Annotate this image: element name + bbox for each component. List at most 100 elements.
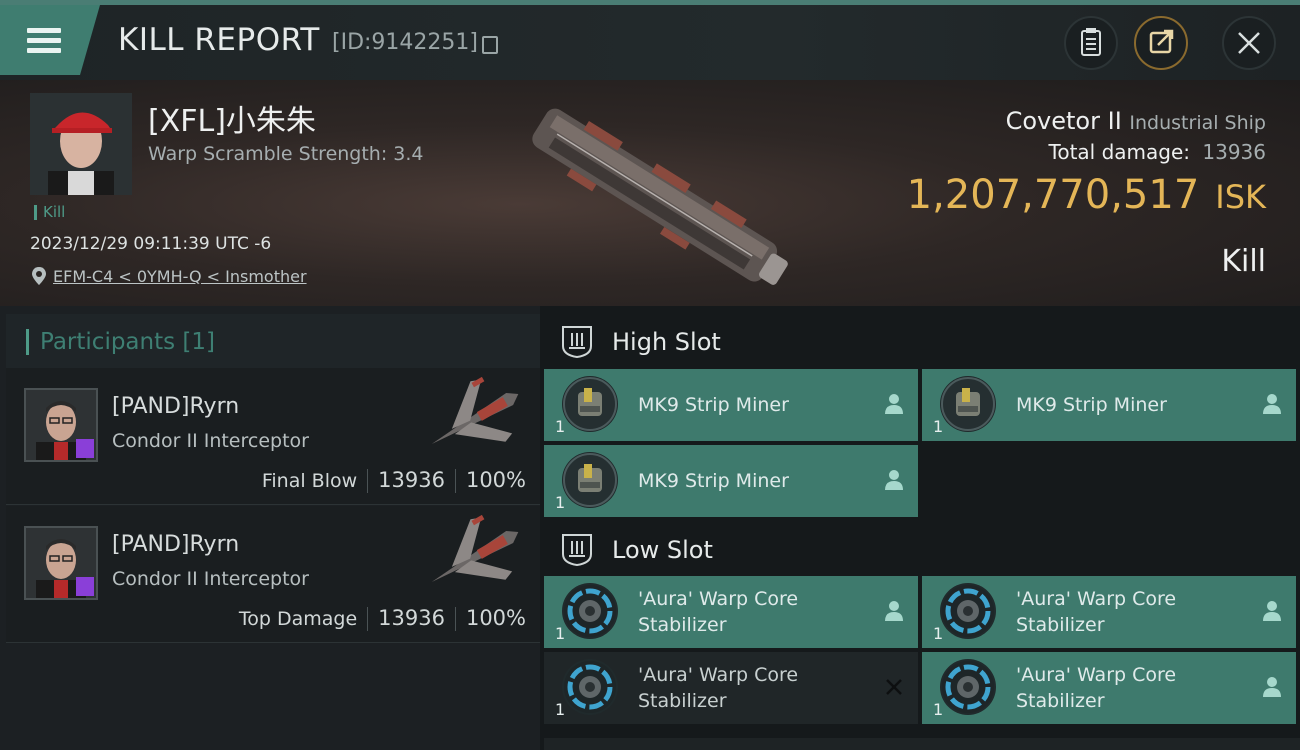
module-item[interactable]: 1 MK9 Strip Miner [922,369,1296,441]
corp-badge-icon [76,577,94,596]
module-name: 'Aura' Warp Core Stabilizer [638,662,798,714]
participant-damage: 13936 [378,468,445,492]
warp-core-stabilizer-icon [562,659,618,715]
person-icon [1263,394,1281,414]
module-quantity: 1 [933,624,944,643]
module-item[interactable]: 1 'Aura' Warp Core Stabilizer [922,652,1296,724]
participant-name: [PAND]Ryrn [112,532,240,557]
person-icon [885,601,903,621]
participant-ship-image [431,376,519,444]
menu-icon [27,38,61,43]
warp-scramble-strength: Warp Scramble Strength: 3.4 [148,143,424,165]
module-quantity: 1 [933,700,944,719]
participant-row[interactable]: [PAND]Ryrn Condor II Interceptor Final B… [6,368,540,505]
low-slot-icon [562,534,592,566]
victim-ship-class: Industrial Ship [1129,112,1266,134]
menu-icon [27,48,61,53]
victim-name: [XFL]小朱朱 [148,104,316,139]
module-name: 'Aura' Warp Core Stabilizer [1016,586,1176,638]
clipboard-icon [1081,28,1101,56]
victim-ship: Covetor II Industrial Ship [1006,107,1266,135]
participant-stats: Top Damage 13936 100% [239,606,526,631]
module-item[interactable]: 1 MK9 Strip Miner [544,369,918,441]
module-item[interactable]: 1 'Aura' Warp Core Stabilizer [922,576,1296,648]
participants-label: Participants [1] [40,329,215,355]
close-icon [1238,32,1260,54]
module-quantity: 1 [555,417,566,436]
participant-role: Top Damage [238,608,358,630]
module-name: MK9 Strip Miner [1016,394,1167,416]
participant-percent: 100% [465,468,526,492]
participant-name: [PAND]Ryrn [112,394,240,419]
next-section-peek [544,738,1300,750]
kill-tag: Kill [34,205,65,220]
module-name-line1: 'Aura' Warp Core [1016,588,1177,610]
warp-core-stabilizer-icon [940,659,996,715]
module-name-line1: 'Aura' Warp Core [1016,664,1177,686]
isk-amount: 1,207,770,517 [906,172,1200,218]
menu-button[interactable] [0,5,100,75]
total-damage-label: Total damage: [1048,140,1191,164]
result-label: Kill [1221,244,1266,279]
kill-timestamp: 2023/12/29 09:11:39 UTC -6 [30,234,272,254]
header-accent-bar [26,329,29,355]
module-name: MK9 Strip Miner [638,394,789,416]
close-button[interactable] [1222,16,1276,70]
clipboard-button[interactable] [1064,16,1118,70]
participant-stats: Final Blow 13936 100% [262,468,526,493]
warp-core-stabilizer-icon [940,583,996,639]
module-quantity: 1 [555,493,566,512]
isk-unit: ISK [1215,178,1266,216]
strip-miner-icon [940,376,996,432]
victim-avatar[interactable] [30,93,132,195]
menu-icon [27,28,61,33]
participant-damage: 13936 [378,606,445,630]
module-name: 'Aura' Warp Core Stabilizer [1016,662,1176,714]
person-icon [1263,677,1281,697]
module-name: 'Aura' Warp Core Stabilizer [638,586,798,638]
divider [367,607,369,631]
person-icon [1263,601,1281,621]
top-bar: KILL REPORT [ID:9142251] [0,0,1300,80]
participant-ship-image [431,514,519,582]
location-pin-icon [32,267,46,285]
participants-panel: Participants [1] [PAND]Ryrn Condor II In… [0,306,540,750]
high-slot-icon [562,326,592,358]
module-item[interactable]: 1 'Aura' Warp Core Stabilizer [544,576,918,648]
corp-badge-icon [76,439,94,458]
module-name: MK9 Strip Miner [638,470,789,492]
location-link[interactable]: EFM-C4 < 0YMH-Q < Insmother [53,267,307,286]
module-name-line2: Stabilizer [1016,690,1105,712]
divider [367,469,369,493]
share-button[interactable] [1134,16,1188,70]
total-damage: Total damage: 13936 [1049,140,1266,164]
participant-row[interactable]: [PAND]Ryrn Condor II Interceptor Top Dam… [6,506,540,643]
module-name-line2: Stabilizer [1016,614,1105,636]
person-icon [885,470,903,490]
isk-value: 1,207,770,517 ISK [907,172,1266,218]
module-quantity: 1 [555,624,566,643]
module-name-line1: 'Aura' Warp Core [638,588,799,610]
victim-portrait [30,93,132,195]
victim-ship-name: Covetor II [1005,107,1122,135]
participant-role: Final Blow [261,470,358,492]
page-title: KILL REPORT [118,22,320,58]
participants-header[interactable]: Participants [1] [6,314,540,370]
copy-icon[interactable] [482,36,498,54]
x-icon [886,679,902,695]
divider [454,469,456,493]
module-name-line2: Stabilizer [638,690,727,712]
module-item[interactable]: 1 MK9 Strip Miner [544,445,918,517]
module-quantity: 1 [933,417,944,436]
participant-ship: Condor II Interceptor [112,430,309,452]
participant-percent: 100% [465,606,526,630]
low-slot-header: Low Slot [544,520,1300,578]
module-item[interactable]: 1 'Aura' Warp Core Stabilizer [544,652,918,724]
low-slot-label: Low Slot [612,536,713,564]
fitting-panel: High Slot 1 MK9 Strip Miner 1 MK9 Strip … [540,306,1300,750]
module-name-line1: 'Aura' Warp Core [638,664,799,686]
report-id: [ID:9142251] [332,30,478,55]
divider [454,607,456,631]
module-quantity: 1 [555,700,566,719]
share-icon [1149,29,1174,54]
